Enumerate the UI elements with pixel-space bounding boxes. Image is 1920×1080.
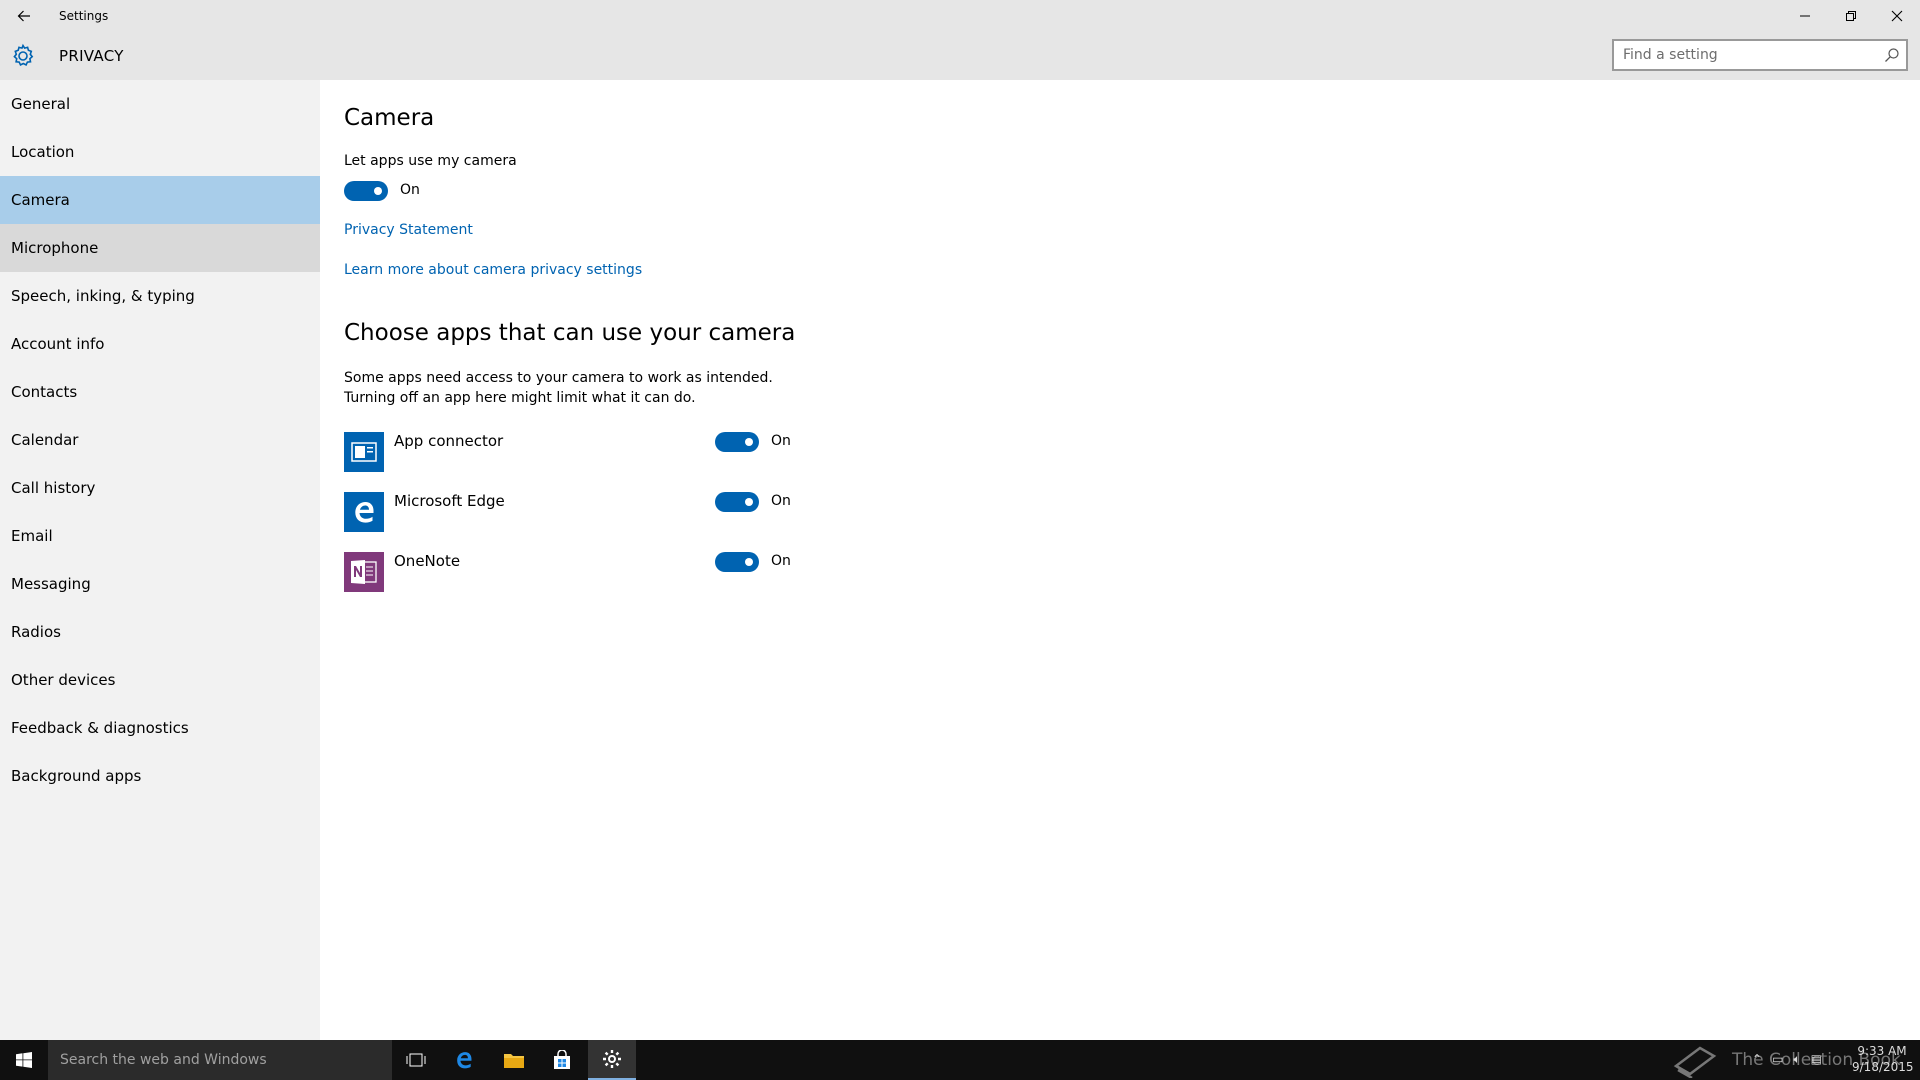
minimize-icon [1800, 15, 1810, 17]
toggle-knob [745, 558, 753, 566]
onenote-icon [344, 552, 384, 592]
toggle-knob [374, 187, 382, 195]
sidebar-item-email[interactable]: Email [0, 512, 320, 560]
taskbar-search-input[interactable] [48, 1040, 392, 1080]
sidebar-item-label: Camera [11, 191, 70, 209]
clock[interactable]: 9:33 AM 9/18/2015 [1852, 1043, 1914, 1075]
toggle-knob [745, 438, 753, 446]
store-icon [554, 1050, 570, 1069]
sidebar-item-label: General [11, 95, 71, 113]
arrow-left-icon [17, 10, 30, 22]
sidebar-item-feedback[interactable]: Feedback & diagnostics [0, 704, 320, 752]
sidebar-item-background-apps[interactable]: Background apps [0, 752, 320, 800]
sidebar-item-label: Background apps [11, 767, 142, 785]
gear-icon [603, 1050, 621, 1068]
sidebar-item-label: Messaging [11, 575, 91, 593]
find-setting-search[interactable] [1612, 39, 1908, 71]
sidebar-item-radios[interactable]: Radios [0, 608, 320, 656]
sidebar-item-other-devices[interactable]: Other devices [0, 656, 320, 704]
sidebar-item-call-history[interactable]: Call history [0, 464, 320, 512]
clock-time: 9:33 AM [1857, 1044, 1907, 1058]
restore-icon [1846, 11, 1856, 21]
windows-logo-icon [16, 1052, 32, 1068]
privacy-statement-link[interactable]: Privacy Statement [344, 222, 473, 238]
master-toggle-label: Let apps use my camera [344, 153, 517, 169]
page-title: PRIVACY [59, 47, 124, 65]
app-connector-toggle[interactable] [715, 432, 759, 452]
action-center-icon[interactable]: ▤ [1811, 1052, 1822, 1067]
close-button[interactable] [1874, 0, 1920, 32]
volume-icon[interactable]: 🔈︎ [1793, 1052, 1800, 1067]
gear-icon [13, 43, 34, 66]
app-connector-icon [344, 432, 384, 472]
toggle-knob [745, 498, 753, 506]
clock-date: 9/18/2015 [1852, 1060, 1914, 1074]
sidebar-item-contacts[interactable]: Contacts [0, 368, 320, 416]
section-title-choose-apps: Choose apps that can use your camera [344, 320, 796, 346]
taskbar: The Collection Book ⌃ ▭ 🔈︎ ▤ 9:33 AM 9/1… [0, 1040, 1920, 1080]
sidebar-item-location[interactable]: Location [0, 128, 320, 176]
sidebar-item-messaging[interactable]: Messaging [0, 560, 320, 608]
taskbar-store-button[interactable] [538, 1040, 586, 1080]
sidebar-item-camera[interactable]: Camera [0, 176, 320, 224]
edge-icon [457, 1052, 472, 1069]
sidebar-item-general[interactable]: General [0, 80, 320, 128]
title-bar: Settings [0, 0, 1920, 32]
settings-header: PRIVACY [0, 32, 1920, 80]
start-button[interactable] [0, 1040, 48, 1080]
app-name: Microsoft Edge [394, 492, 505, 510]
app-name: OneNote [394, 552, 461, 570]
description-line: Turning off an app here might limit what… [344, 390, 696, 406]
book-icon [1673, 1046, 1717, 1078]
microsoft-edge-icon [344, 492, 384, 532]
section-title-camera: Camera [344, 105, 435, 131]
taskbar-search[interactable] [48, 1040, 392, 1080]
window-title: Settings [59, 9, 109, 23]
chevron-up-icon[interactable]: ⌃ [1752, 1052, 1762, 1067]
sidebar-item-label: Speech, inking, & typing [11, 287, 195, 305]
sidebar-item-calendar[interactable]: Calendar [0, 416, 320, 464]
sidebar-item-microphone[interactable]: Microphone [0, 224, 320, 272]
sidebar-item-label: Location [11, 143, 75, 161]
section-description: Some apps need access to your camera to … [344, 368, 773, 408]
taskbar-edge-button[interactable] [440, 1040, 488, 1080]
taskbar-file-explorer-button[interactable] [490, 1040, 538, 1080]
sidebar-item-speech[interactable]: Speech, inking, & typing [0, 272, 320, 320]
sidebar-item-label: Other devices [11, 671, 116, 689]
network-icon[interactable]: ▭ [1772, 1052, 1783, 1067]
search-icon[interactable] [1884, 47, 1900, 63]
learn-more-link[interactable]: Learn more about camera privacy settings [344, 262, 642, 278]
sidebar-nav: General Location Camera Microphone Speec… [0, 80, 320, 1040]
task-view-icon [406, 1053, 426, 1067]
onenote-toggle[interactable] [715, 552, 759, 572]
app-name: App connector [394, 432, 504, 450]
app-toggle-state: On [771, 553, 791, 569]
sidebar-item-label: Calendar [11, 431, 79, 449]
sidebar-item-label: Microphone [11, 239, 99, 257]
app-toggle-state: On [771, 493, 791, 509]
app-toggle-state: On [771, 433, 791, 449]
master-toggle-state: On [400, 182, 420, 198]
taskbar-settings-button[interactable] [588, 1040, 636, 1080]
sidebar-item-label: Feedback & diagnostics [11, 719, 189, 737]
main-content: Camera Let apps use my camera On Privacy… [320, 80, 1920, 1040]
description-line: Some apps need access to your camera to … [344, 370, 773, 386]
sidebar-item-label: Account info [11, 335, 105, 353]
folder-icon [504, 1054, 524, 1068]
sidebar-item-label: Contacts [11, 383, 78, 401]
camera-master-toggle[interactable] [344, 181, 388, 201]
system-tray: ⌃ ▭ 🔈︎ ▤ [1752, 1052, 1822, 1067]
back-button[interactable] [8, 0, 40, 32]
minimize-button[interactable] [1782, 0, 1828, 32]
microsoft-edge-toggle[interactable] [715, 492, 759, 512]
search-input[interactable] [1614, 41, 1874, 69]
sidebar-item-label: Call history [11, 479, 96, 497]
task-view-button[interactable] [392, 1040, 440, 1080]
sidebar-item-label: Radios [11, 623, 61, 641]
restore-button[interactable] [1828, 0, 1874, 32]
sidebar-item-label: Email [11, 527, 53, 545]
sidebar-item-account-info[interactable]: Account info [0, 320, 320, 368]
close-icon [1891, 10, 1903, 22]
